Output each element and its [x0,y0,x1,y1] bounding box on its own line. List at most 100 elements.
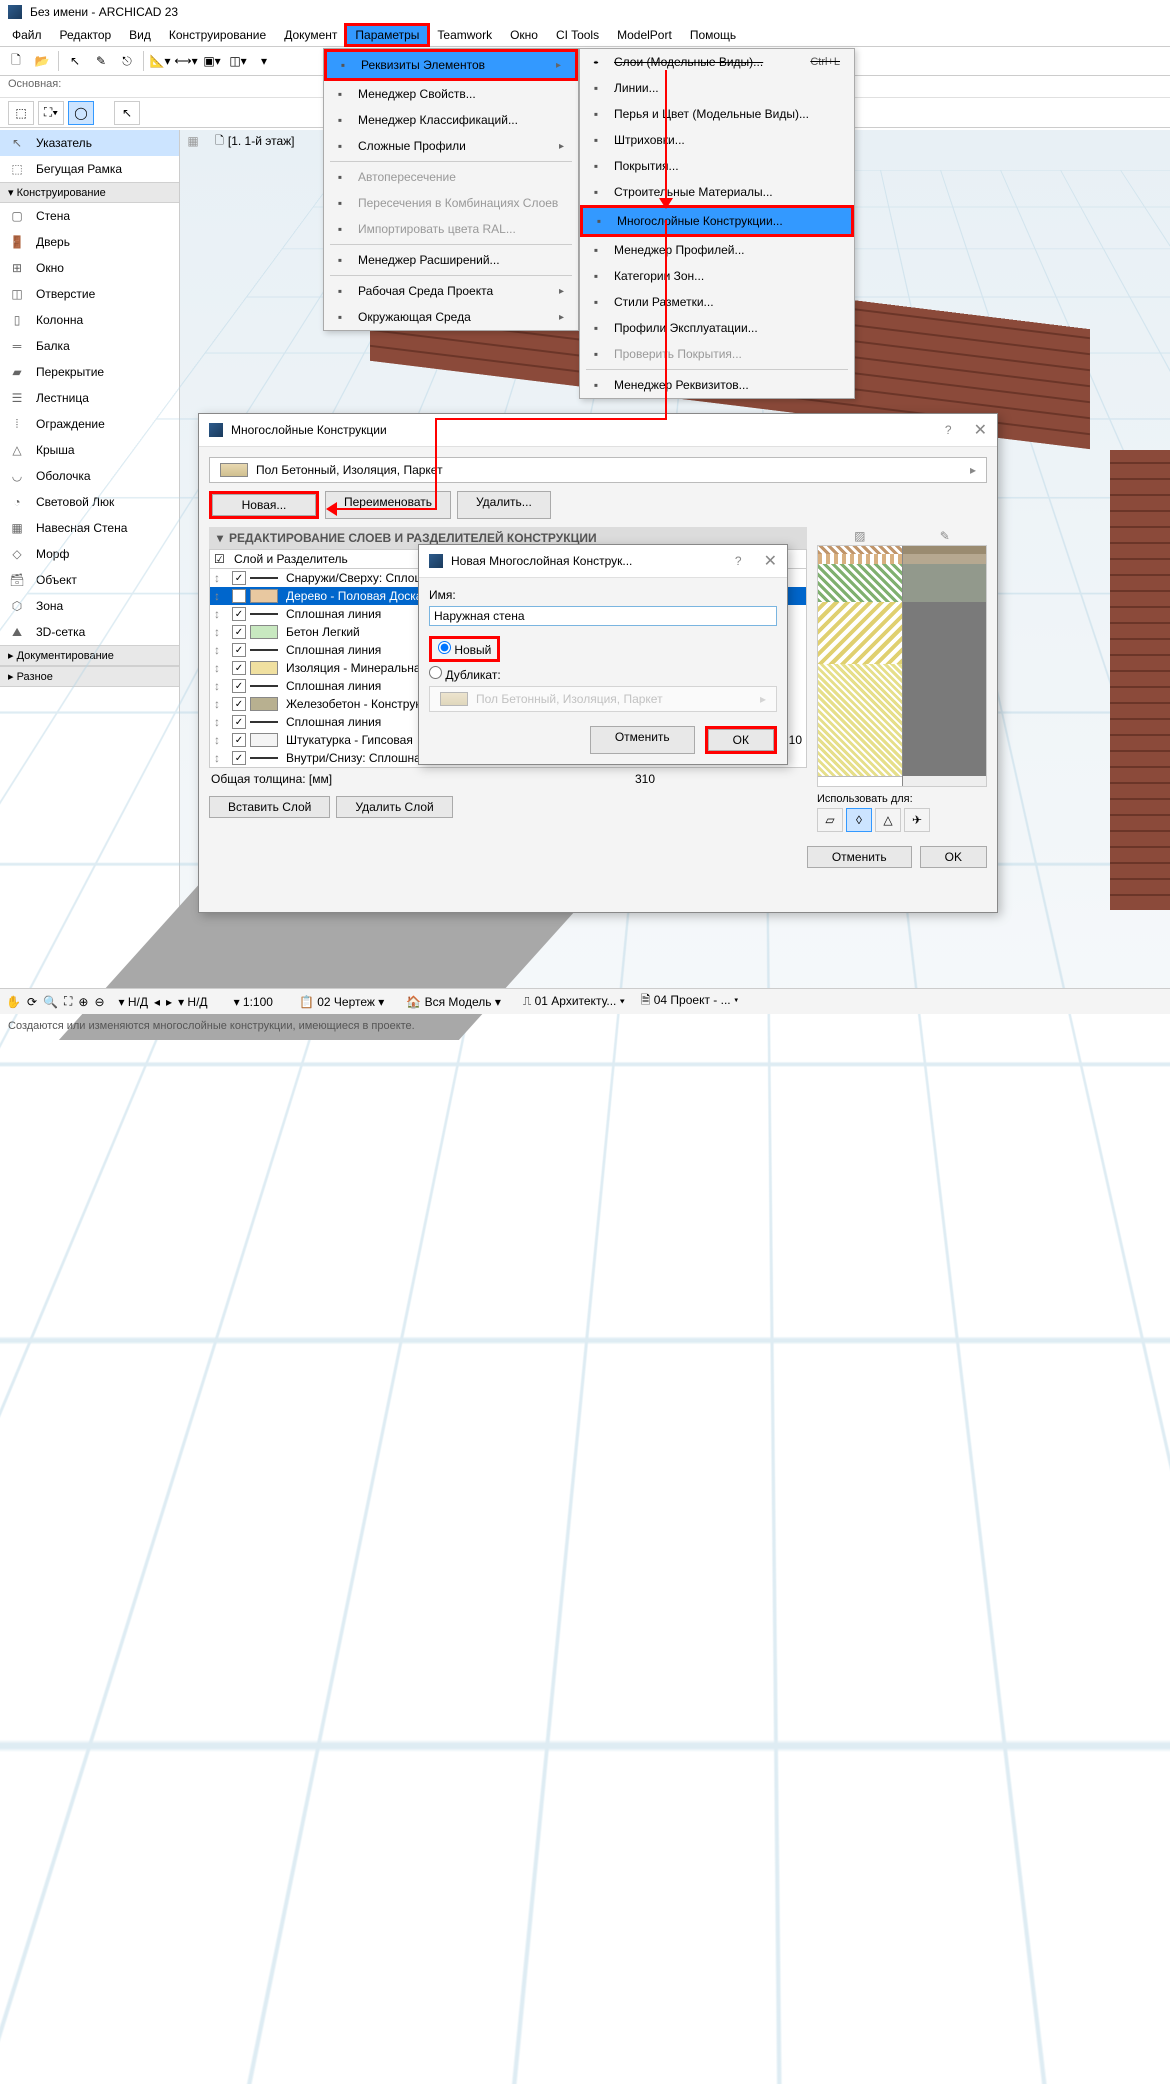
menuitem[interactable]: ▪Рабочая Среда Проекта▸ [324,278,578,304]
checkbox-icon[interactable]: ✓ [232,643,246,657]
close-icon[interactable]: ✕ [764,551,777,571]
tool-Указатель[interactable]: ↖Указатель [0,130,179,156]
drawing-value[interactable]: 02 Чертеж [317,995,375,1009]
composite-selector[interactable]: Пол Бетонный, Изоляция, Паркет ▸ [209,457,987,483]
menu-teamwork[interactable]: Teamwork [429,26,500,44]
checkbox-icon[interactable]: ✓ [232,589,246,603]
use-shell-icon[interactable]: ✈ [904,808,930,832]
grid-icon[interactable]: ▣▾ [200,49,224,73]
pointer-icon[interactable]: ↖ [114,101,140,125]
marquee-icon[interactable]: ⛶▾ [38,101,64,125]
new-button[interactable]: Новая... [212,494,316,516]
section-header[interactable]: ▾ Конструирование [0,182,179,203]
arch-value[interactable]: 01 Архитекту... [535,994,617,1008]
view-value[interactable]: Вся Модель [425,995,492,1009]
checkbox-icon[interactable]: ✓ [232,733,246,747]
tool-Окно[interactable]: ⊞Окно [0,255,179,281]
close-icon[interactable]: ✕ [974,420,987,440]
checkbox-icon[interactable]: ✓ [232,607,246,621]
checkbox-icon[interactable]: ✓ [232,625,246,639]
new-icon[interactable]: 🗋 [4,49,28,73]
zoomout-icon[interactable]: ⊖ [94,995,104,1009]
dropper-icon[interactable]: ⎋ [115,49,139,73]
chevron-right-icon[interactable]: ▸ [166,995,172,1009]
menuitem[interactable]: ▪Слои (Модельные Виды)...Ctrl+L [580,49,854,75]
lasso-icon[interactable]: ◯ [68,101,94,125]
radio-duplicate[interactable]: Дубликат: [429,668,501,682]
tool-Отверстие[interactable]: ◫Отверстие [0,281,179,307]
menuitem[interactable]: ▪Покрытия... [580,153,854,179]
tab-floor[interactable]: 🗋 [1. 1-й этаж] [206,129,304,154]
tool-Балка[interactable]: ═Балка [0,333,179,359]
chevron-left-icon[interactable]: ◂ [154,995,160,1009]
zoomfit-icon[interactable]: ⛶ [64,994,72,1009]
open-icon[interactable]: 📂 [30,49,54,73]
menuitem[interactable]: ▪Штриховки... [580,127,854,153]
scale-value[interactable]: 1:100 [243,995,273,1009]
menuitem[interactable]: ▪Многослойные Конструкции... [583,208,851,234]
cancel-button[interactable]: Отменить [807,846,912,868]
delete-button[interactable]: Удалить... [457,491,551,519]
hand-icon[interactable]: ✋ [6,995,21,1009]
menuitem[interactable]: ▪Менеджер Реквизитов... [580,372,854,398]
checkbox-icon[interactable]: ✓ [232,571,246,585]
tool-Бегущая Рамка[interactable]: ⬚Бегущая Рамка [0,156,179,182]
more-icon[interactable]: ▾ [252,49,276,73]
menuitem[interactable]: ▪Реквизиты Элементов▸ [327,52,575,78]
delete-layer-button[interactable]: Удалить Слой [336,796,452,818]
tool-Лестница[interactable]: ☰Лестница [0,385,179,411]
menuitem[interactable]: ▪Перья и Цвет (Модельные Виды)... [580,101,854,127]
menu-помощь[interactable]: Помощь [682,26,744,44]
menuitem[interactable]: ▪Строительные Материалы... [580,179,854,205]
menuitem[interactable]: ▪Профили Эксплуатации... [580,315,854,341]
use-slab-icon[interactable]: ◊ [846,808,872,832]
menu-редактор[interactable]: Редактор [52,26,120,44]
snap-icon[interactable]: ◫▾ [226,49,250,73]
cursor-icon[interactable]: ⬚ [8,101,34,125]
pick-icon[interactable]: ↖ [63,49,87,73]
use-roof-icon[interactable]: △ [875,808,901,832]
tool-Дверь[interactable]: 🚪Дверь [0,229,179,255]
checkbox-icon[interactable]: ✓ [232,751,246,765]
use-wall-icon[interactable]: ▱ [817,808,843,832]
zoom-icon[interactable]: 🔍 [43,995,58,1009]
menuitem[interactable]: ▪Окружающая Среда▸ [324,304,578,330]
tool-Колонна[interactable]: ▯Колонна [0,307,179,333]
menu-документ[interactable]: Документ [276,26,345,44]
menuitem[interactable]: ▪Линии... [580,75,854,101]
dim-icon[interactable]: ⟷▾ [174,49,198,73]
menuitem[interactable]: ▪Сложные Профили▸ [324,133,578,159]
checkbox-icon[interactable]: ✓ [232,697,246,711]
radio-new[interactable]: Новый [438,643,491,657]
insert-layer-button[interactable]: Вставить Слой [209,796,330,818]
zoomin-icon[interactable]: ⊕ [78,995,88,1009]
menuitem[interactable]: ▪Менеджер Свойств... [324,81,578,107]
tool-Стена[interactable]: ▢Стена [0,203,179,229]
checkbox-icon[interactable]: ✓ [232,715,246,729]
menu-ci tools[interactable]: CI Tools [548,26,607,44]
measure-icon[interactable]: 📐▾ [148,49,172,73]
checkbox-icon[interactable]: ✓ [232,661,246,675]
menuitem[interactable]: ▪Категории Зон... [580,263,854,289]
ok-button[interactable]: OK [920,846,987,868]
rename-button[interactable]: Переименовать [325,491,451,519]
proj-value[interactable]: 04 Проект - ... [654,993,731,1007]
menu-файл[interactable]: Файл [4,26,50,44]
menuitem[interactable]: ▪Менеджер Классификаций... [324,107,578,133]
menu-конструирование[interactable]: Конструирование [161,26,274,44]
help-icon[interactable]: ? [735,554,742,568]
help-icon[interactable]: ? [945,423,952,437]
menuitem[interactable]: ▪Менеджер Расширений... [324,247,578,273]
pen-icon[interactable]: ✎ [89,49,113,73]
menu-параметры[interactable]: Параметры [347,26,427,44]
name-input[interactable] [429,606,777,626]
tab-grid-icon[interactable]: ▦ [184,132,202,150]
menuitem[interactable]: ▪Стили Разметки... [580,289,854,315]
checkbox-icon[interactable]: ✓ [232,679,246,693]
menu-вид[interactable]: Вид [121,26,159,44]
tool-Перекрытие[interactable]: ▰Перекрытие [0,359,179,385]
cancel-button[interactable]: Отменить [590,726,695,754]
menuitem[interactable]: ▪Менеджер Профилей... [580,237,854,263]
orbit-icon[interactable]: ⟳ [27,995,37,1009]
ok-button[interactable]: ОК [708,729,774,751]
